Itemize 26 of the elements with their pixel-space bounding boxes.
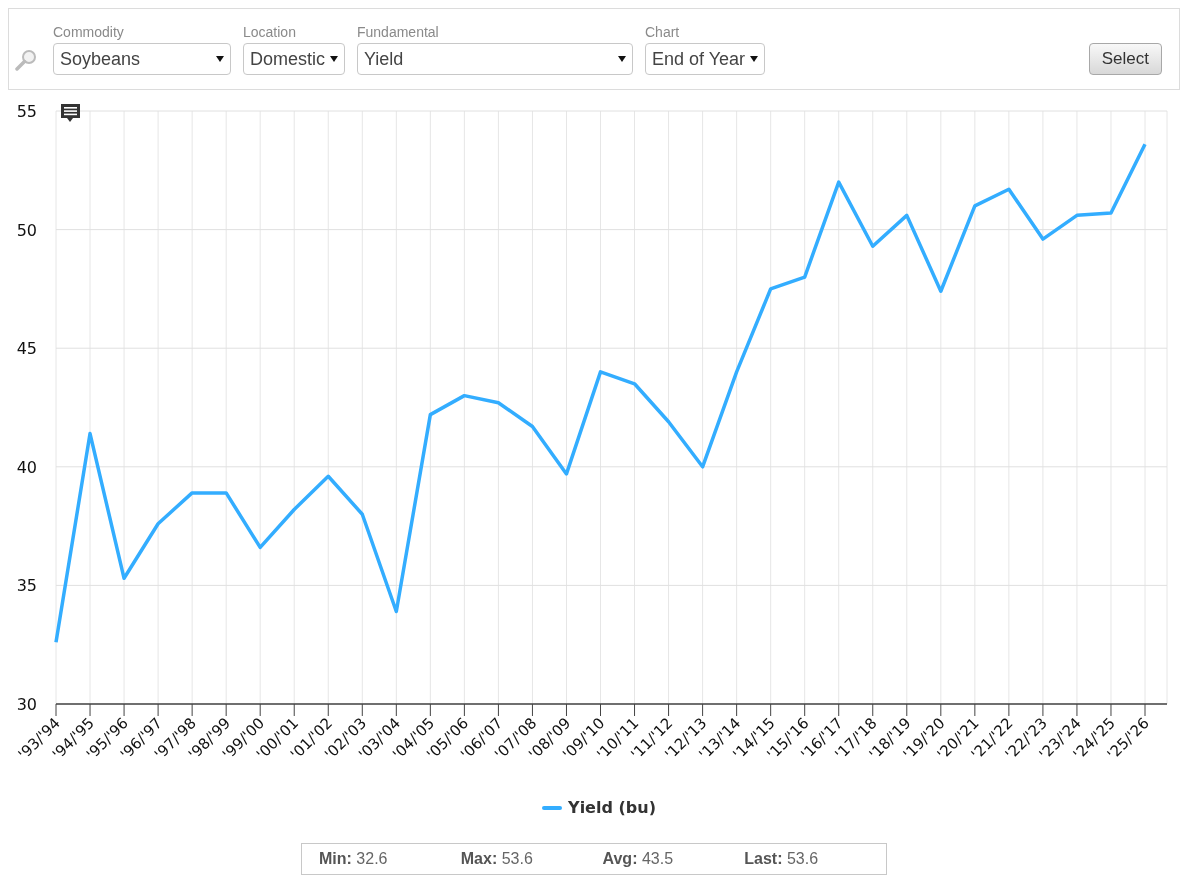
caret-icon [216, 56, 224, 62]
caret-icon [750, 56, 758, 62]
legend-line [542, 805, 563, 810]
stat-text: Last: 53.6 [744, 850, 820, 868]
dropdown[interactable]: Soybeans [53, 43, 231, 75]
filter-label: Fundamental [357, 24, 440, 40]
y-axis-label: 30 [16, 695, 37, 714]
y-axis-label: 40 [16, 457, 37, 477]
caret-icon [618, 56, 626, 62]
y-axis-label: 55 [16, 102, 37, 121]
stat-text: Max: 53.6 [460, 850, 534, 868]
stat-text: Avg: 43.5 [602, 850, 675, 868]
dropdown[interactable]: Domestic [243, 43, 345, 75]
dropdown[interactable]: End of Year [645, 43, 765, 75]
filter-label: Commodity [53, 24, 125, 40]
y-axis-label: 45 [16, 339, 37, 359]
y-axis-label: 35 [16, 576, 37, 596]
comment-icon[interactable] [61, 104, 80, 122]
y-axis-label: 50 [16, 220, 37, 240]
select-button[interactable]: Select [1088, 43, 1162, 75]
legend-label[interactable]: Yield (bu) [568, 798, 656, 817]
dropdown[interactable]: Yield [357, 43, 633, 75]
stat-text: Min: 32.6 [319, 850, 389, 868]
filter-label: Location [243, 24, 297, 40]
caret-icon [330, 56, 338, 62]
filter-label: Chart [645, 24, 681, 40]
